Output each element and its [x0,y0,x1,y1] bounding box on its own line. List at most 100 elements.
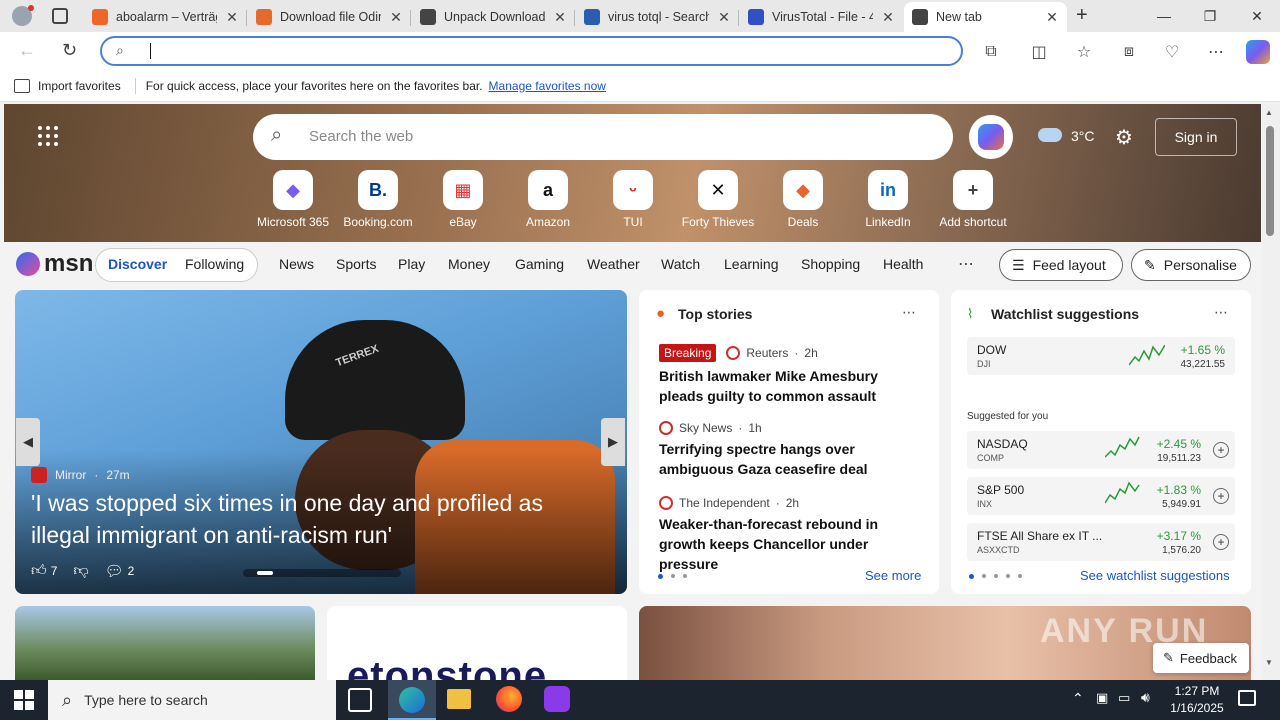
ad-card[interactable]: etonstone [327,606,627,680]
shortcut-tile[interactable]: B. Booking.com [338,170,418,229]
copilot-button[interactable] [969,115,1013,159]
web-search-box[interactable]: ⌕ Search the web [253,114,953,160]
tab-following[interactable]: Following [185,256,244,272]
story-item[interactable]: Breaking Reuters · 2h British lawmaker Mike … [659,344,925,406]
shortcut-tile[interactable]: in LinkedIn [848,170,928,229]
feedback-button[interactable]: ✎ Feedback [1153,643,1249,673]
collections-icon[interactable]: ⧈ [1117,40,1141,64]
tab-5[interactable]: New tab ✕ [904,2,1067,32]
dislike-icon[interactable]: 👎︎ [73,562,88,580]
copilot-icon[interactable] [1246,40,1270,64]
personalise-button[interactable]: ✎ Personalise [1131,249,1251,281]
top-stories-pager[interactable] [658,574,687,579]
shortcut-tile[interactable]: ᵕ TUI [593,170,673,229]
tab-3[interactable]: virus totql - Search ✕ [576,2,739,32]
scroll-down-icon[interactable]: ▼ [1265,658,1273,667]
nav-item[interactable]: Watch [661,256,700,272]
tab-actions-icon[interactable] [52,8,68,24]
add-to-watchlist-icon[interactable]: + [1213,488,1229,504]
sign-in-button[interactable]: Sign in [1155,118,1237,156]
task-view-icon[interactable] [348,688,372,712]
tab-1[interactable]: Download file Odin ✕ [248,2,411,32]
hero-story-card[interactable]: TERREX Mirror · 27m 'I was stopped six t… [15,290,627,594]
taskbar-search-box[interactable]: ⌕ Type here to search [48,680,336,720]
weather-temperature[interactable]: 3°C [1071,128,1095,144]
back-icon[interactable]: ← [18,40,36,61]
import-favorites-button[interactable]: Import favorites [38,79,121,93]
split-screen-icon[interactable]: ◫ [1027,40,1051,64]
scrollbar[interactable]: ▲ ▼ [1262,104,1280,680]
nav-item[interactable]: News [279,256,314,272]
see-watchlist-link[interactable]: See watchlist suggestions [1080,568,1230,583]
watchlist-row[interactable]: FTSE All Share ex IT ... ASXXCTD +3.17 % 1,… [967,523,1235,561]
minimize-button[interactable]: — [1141,0,1187,32]
shortcut-tile[interactable]: a Amazon [508,170,588,229]
tab-close-icon[interactable]: ✕ [389,9,403,26]
see-more-link[interactable]: See more [865,568,921,583]
shortcut-tile[interactable]: + Add shortcut [933,170,1013,229]
carousel-next-button[interactable]: ▶ [601,418,625,466]
watchlist-more-icon[interactable]: ⋯ [1214,304,1228,321]
restore-button[interactable]: ❐ [1187,0,1233,32]
watchlist-row[interactable]: NASDAQ COMP +2.45 % 19,511.23 + [967,431,1235,469]
more-menu-icon[interactable]: ⋯ [1204,40,1228,64]
nav-item[interactable]: Play [398,256,425,272]
taskbar-edge[interactable] [388,680,436,720]
tab-close-icon[interactable]: ✕ [553,9,567,26]
favorites-star-icon[interactable]: ☆ [1072,40,1096,64]
top-stories-more-icon[interactable]: ⋯ [902,304,916,321]
tab-2[interactable]: Unpack Download ✕ [412,2,575,32]
tab-discover[interactable]: Discover [108,256,167,272]
apps-launcher-icon[interactable] [38,126,58,146]
extensions-icon[interactable]: ⧉ [979,40,1003,64]
tab-close-icon[interactable]: ✕ [717,9,731,26]
browser-essentials-icon[interactable]: ♡ [1160,40,1184,64]
tray-chevron-icon[interactable]: ⌃ [1072,690,1084,707]
story-item[interactable]: The Independent · 2h Weaker-than-forecast r… [659,496,925,574]
clock[interactable]: 1:27 PM 1/16/2025 [1166,683,1228,717]
file-explorer-icon[interactable] [447,689,471,709]
feed-layout-button[interactable]: ☰ Feed layout [999,249,1123,281]
nav-item[interactable]: Money [448,256,490,272]
tab-close-icon[interactable]: ✕ [1045,9,1059,26]
shortcut-tile[interactable]: ✕ Forty Thieves [678,170,758,229]
news-card-image[interactable] [15,606,315,680]
nav-item[interactable]: Health [883,256,923,272]
hero-story-headline[interactable]: 'I was stopped six times in one day and … [31,487,601,551]
add-to-watchlist-icon[interactable]: + [1213,442,1229,458]
tab-close-icon[interactable]: ✕ [225,9,239,26]
watchlist-pager[interactable] [969,574,1022,579]
nav-item[interactable]: Gaming [515,256,564,272]
more-nav-icon[interactable]: ⋯ [958,254,974,274]
nav-item[interactable]: Shopping [801,256,860,272]
nav-item[interactable]: Weather [587,256,640,272]
carousel-dots[interactable] [243,569,401,577]
notifications-icon[interactable] [1238,690,1256,706]
shortcut-tile[interactable]: ◆ Microsoft 365 [253,170,333,229]
tab-0[interactable]: aboalarm – Verträge ✕ [84,2,247,32]
msn-logo[interactable]: msn [16,250,93,278]
scrollbar-thumb[interactable] [1266,126,1274,236]
volume-icon[interactable]: 🔊︎ [1141,689,1150,706]
shortcut-tile[interactable]: ▦ eBay [423,170,503,229]
story-item[interactable]: Sky News · 1h Terrifying spectre hangs over… [659,421,925,479]
tab-4[interactable]: VirusTotal - File - 4 ✕ [740,2,903,32]
nav-item[interactable]: Sports [336,256,376,272]
like-icon[interactable]: 👍︎ [31,562,47,580]
shortcut-tile[interactable]: ◆ Deals [763,170,843,229]
new-tab-button[interactable]: + [1076,4,1088,27]
close-window-button[interactable]: ✕ [1234,0,1280,32]
tray-device-icon[interactable]: ▣ [1096,690,1108,706]
carousel-prev-button[interactable]: ◀ [16,418,40,466]
scroll-up-icon[interactable]: ▲ [1265,108,1273,117]
comment-icon[interactable]: 💬︎ [105,562,124,580]
nav-item[interactable]: Learning [724,256,779,272]
network-icon[interactable]: ▭ [1118,690,1130,706]
tab-close-icon[interactable]: ✕ [881,9,895,26]
windows-start-icon[interactable] [14,690,34,710]
app-icon[interactable] [544,686,570,712]
address-bar[interactable]: ⌕ [100,36,963,66]
watchlist-row[interactable]: S&P 500 INX +1.83 % 5,949.91 + [967,477,1235,515]
add-to-watchlist-icon[interactable]: + [1213,534,1229,550]
firefox-icon[interactable] [496,686,522,712]
